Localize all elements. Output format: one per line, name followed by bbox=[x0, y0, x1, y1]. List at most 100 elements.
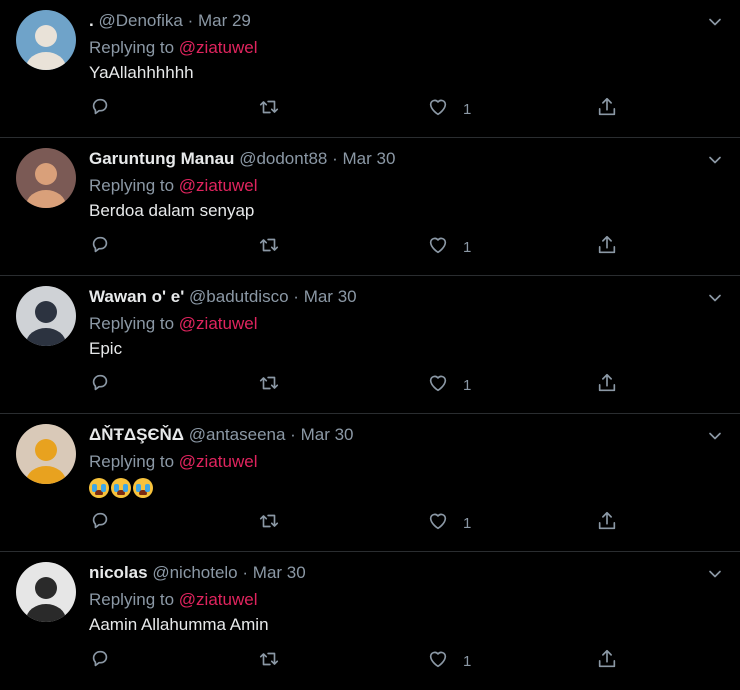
replying-to: Replying to @ziatuwel bbox=[89, 176, 257, 196]
like-count: 1 bbox=[463, 238, 472, 256]
chevron-down-icon[interactable] bbox=[705, 564, 725, 584]
tweet-reply[interactable]: Wawan o' e' @badutdisco · Mar 30 Replyin… bbox=[0, 276, 740, 414]
tweet-text bbox=[89, 477, 155, 498]
like-count: 1 bbox=[463, 100, 472, 118]
share-button[interactable] bbox=[596, 648, 618, 674]
tweet-date[interactable]: Mar 30 bbox=[301, 425, 354, 444]
tweet-date[interactable]: Mar 30 bbox=[253, 563, 306, 582]
like-count: 1 bbox=[463, 376, 472, 394]
avatar[interactable] bbox=[16, 562, 76, 622]
display-name[interactable]: ΔŇŦΔŞЄŇΔ bbox=[89, 425, 184, 444]
separator-dot: · bbox=[332, 149, 338, 168]
reply-button[interactable] bbox=[89, 234, 111, 260]
like-count: 1 bbox=[463, 514, 472, 532]
reply-icon bbox=[89, 648, 111, 675]
tweet-text: Aamin Allahumma Amin bbox=[89, 615, 269, 634]
replying-label: Replying to bbox=[89, 452, 175, 471]
replying-label: Replying to bbox=[89, 590, 175, 609]
reply-icon bbox=[89, 510, 111, 537]
chevron-down-icon[interactable] bbox=[705, 288, 725, 308]
reply-icon bbox=[89, 234, 111, 261]
replying-to: Replying to @ziatuwel bbox=[89, 452, 257, 472]
tweet-header: ΔŇŦΔŞЄŇΔ @antaseena · Mar 30 bbox=[89, 425, 354, 445]
separator-dot: · bbox=[187, 11, 194, 30]
share-icon bbox=[596, 648, 618, 675]
retweet-button[interactable] bbox=[258, 510, 280, 536]
replying-label: Replying to bbox=[89, 176, 175, 195]
chevron-down-icon[interactable] bbox=[705, 12, 725, 32]
user-handle[interactable]: @nichotelo bbox=[152, 563, 237, 582]
crying-face-emoji bbox=[133, 477, 153, 498]
retweet-icon bbox=[258, 510, 280, 537]
tweet-header: . @Denofika · Mar 29 bbox=[89, 11, 251, 31]
retweet-button[interactable] bbox=[258, 234, 280, 260]
tweet-reply[interactable]: Garuntung Manau @dodont88 · Mar 30 Reply… bbox=[0, 138, 740, 276]
heart-icon bbox=[427, 510, 449, 537]
replying-label: Replying to bbox=[89, 314, 175, 333]
replying-label: Replying to bbox=[89, 38, 175, 57]
tweet-header: nicolas @nichotelo · Mar 30 bbox=[89, 563, 306, 583]
share-button[interactable] bbox=[596, 510, 618, 536]
share-icon bbox=[596, 96, 618, 123]
mention-link[interactable]: @ziatuwel bbox=[179, 452, 258, 471]
chevron-down-icon[interactable] bbox=[705, 150, 725, 170]
reply-button[interactable] bbox=[89, 648, 111, 674]
share-icon bbox=[596, 372, 618, 399]
retweet-icon bbox=[258, 372, 280, 399]
like-button[interactable]: 1 bbox=[427, 234, 471, 260]
tweet-date[interactable]: Mar 30 bbox=[343, 149, 396, 168]
share-icon bbox=[596, 234, 618, 261]
reply-button[interactable] bbox=[89, 96, 111, 122]
reply-icon bbox=[89, 96, 111, 123]
like-button[interactable]: 1 bbox=[427, 648, 471, 674]
like-button[interactable]: 1 bbox=[427, 96, 471, 122]
avatar[interactable] bbox=[16, 10, 76, 70]
display-name[interactable]: . bbox=[89, 11, 94, 30]
tweet-reply[interactable]: nicolas @nichotelo · Mar 30 Replying to … bbox=[0, 552, 740, 690]
retweet-button[interactable] bbox=[258, 96, 280, 122]
user-handle[interactable]: @antaseena bbox=[189, 425, 286, 444]
heart-icon bbox=[427, 648, 449, 675]
chevron-down-icon[interactable] bbox=[705, 426, 725, 446]
mention-link[interactable]: @ziatuwel bbox=[179, 314, 258, 333]
share-button[interactable] bbox=[596, 96, 618, 122]
tweet-date[interactable]: Mar 29 bbox=[198, 11, 251, 30]
replying-to: Replying to @ziatuwel bbox=[89, 590, 257, 610]
retweet-button[interactable] bbox=[258, 648, 280, 674]
display-name[interactable]: nicolas bbox=[89, 563, 148, 582]
reply-button[interactable] bbox=[89, 510, 111, 536]
retweet-button[interactable] bbox=[258, 372, 280, 398]
retweet-icon bbox=[258, 648, 280, 675]
tweet-text: YaAllahhhhhh bbox=[89, 63, 194, 82]
like-button[interactable]: 1 bbox=[427, 372, 471, 398]
tweet-header: Wawan o' e' @badutdisco · Mar 30 bbox=[89, 287, 357, 307]
separator-dot: · bbox=[290, 425, 296, 444]
user-handle[interactable]: @Denofika bbox=[98, 11, 182, 30]
share-button[interactable] bbox=[596, 234, 618, 260]
avatar[interactable] bbox=[16, 148, 76, 208]
display-name[interactable]: Garuntung Manau bbox=[89, 149, 234, 168]
tweet-date[interactable]: Mar 30 bbox=[304, 287, 357, 306]
mention-link[interactable]: @ziatuwel bbox=[179, 590, 258, 609]
heart-icon bbox=[427, 372, 449, 399]
reply-button[interactable] bbox=[89, 372, 111, 398]
replying-to: Replying to @ziatuwel bbox=[89, 38, 257, 58]
separator-dot: · bbox=[242, 563, 249, 582]
user-handle[interactable]: @dodont88 bbox=[239, 149, 327, 168]
replying-to: Replying to @ziatuwel bbox=[89, 314, 257, 334]
like-button[interactable]: 1 bbox=[427, 510, 471, 536]
tweet-reply[interactable]: ΔŇŦΔŞЄŇΔ @antaseena · Mar 30 Replying to… bbox=[0, 414, 740, 552]
tweet-header: Garuntung Manau @dodont88 · Mar 30 bbox=[89, 149, 395, 169]
display-name[interactable]: Wawan o' e' bbox=[89, 287, 184, 306]
share-icon bbox=[596, 510, 618, 537]
avatar[interactable] bbox=[16, 424, 76, 484]
like-count: 1 bbox=[463, 652, 472, 670]
mention-link[interactable]: @ziatuwel bbox=[179, 38, 258, 57]
user-handle[interactable]: @badutdisco bbox=[189, 287, 289, 306]
avatar[interactable] bbox=[16, 286, 76, 346]
mention-link[interactable]: @ziatuwel bbox=[179, 176, 258, 195]
tweet-reply[interactable]: . @Denofika · Mar 29 Replying to @ziatuw… bbox=[0, 0, 740, 138]
share-button[interactable] bbox=[596, 372, 618, 398]
separator-dot: · bbox=[293, 287, 299, 306]
crying-face-emoji bbox=[111, 477, 131, 498]
